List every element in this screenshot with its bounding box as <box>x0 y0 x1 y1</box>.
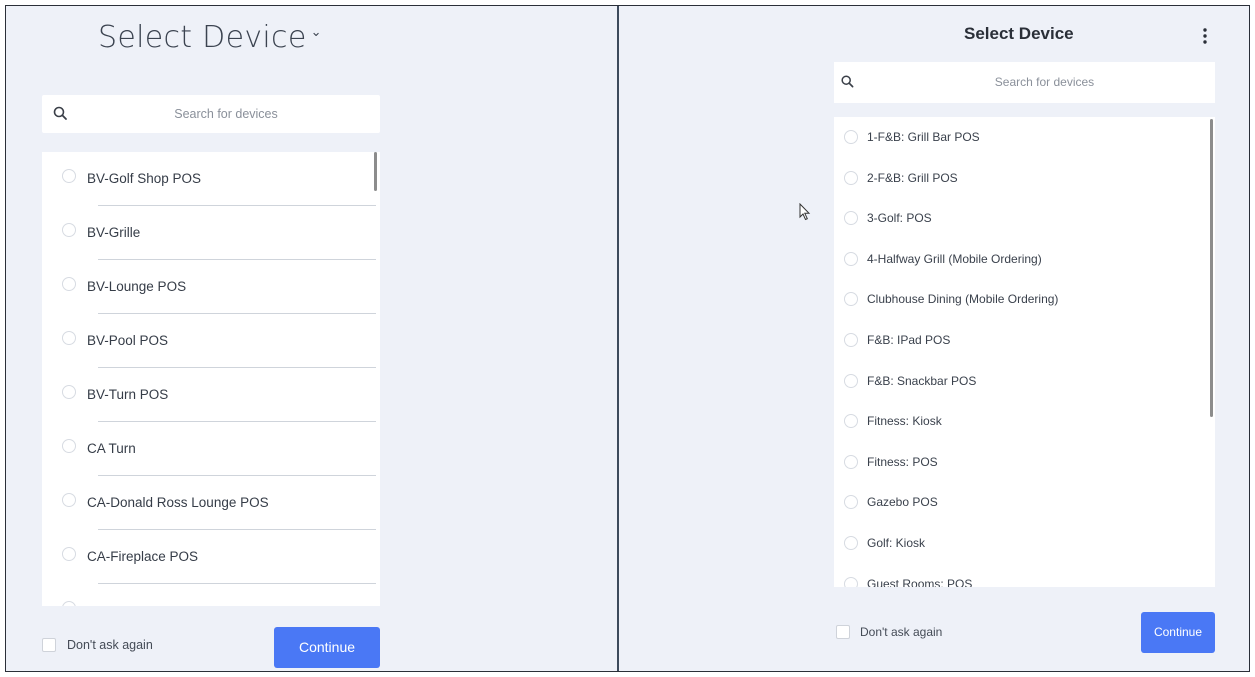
device-label: Guest Rooms: POS <box>867 576 973 587</box>
left-search-input[interactable]: Search for devices <box>42 95 380 133</box>
device-label: Clubhouse Dining (Mobile Ordering) <box>867 292 1059 307</box>
right-search-placeholder: Search for devices <box>994 75 1095 89</box>
device-radio[interactable] <box>62 385 76 399</box>
device-label: BV-Lounge POS <box>87 279 187 294</box>
device-label: Fitness: POS <box>867 454 938 469</box>
device-list-item[interactable]: CA-Donald Ross Lounge POS <box>42 476 380 530</box>
device-radio[interactable] <box>62 547 76 561</box>
device-radio[interactable] <box>62 223 76 237</box>
device-list-item[interactable]: CA Turn <box>42 422 380 476</box>
device-radio[interactable] <box>844 130 858 144</box>
dont-ask-checkbox[interactable] <box>836 625 850 639</box>
device-radio[interactable] <box>62 493 76 507</box>
left-list-scrollbar[interactable] <box>374 152 377 191</box>
device-list-item[interactable]: BV-Pool POS <box>42 314 380 368</box>
left-dont-ask-again[interactable]: Don't ask again <box>42 638 153 652</box>
device-label: BV-Grille <box>87 225 141 240</box>
device-label: 4-Halfway Grill (Mobile Ordering) <box>867 251 1042 266</box>
device-radio[interactable] <box>844 373 858 388</box>
device-label: 2-F&B: Grill POS <box>867 170 958 185</box>
device-label: Golf: Kiosk <box>867 535 926 550</box>
left-device-title-dropdown[interactable]: Select Device ⌄ <box>98 20 322 55</box>
more-vertical-icon[interactable] <box>1197 25 1213 47</box>
chevron-down-icon: ⌄ <box>310 25 322 40</box>
device-label: BV-Turn POS <box>87 387 169 402</box>
right-dont-ask-again[interactable]: Don't ask again <box>836 625 942 639</box>
device-list-item[interactable]: BV-Grille <box>42 206 380 260</box>
device-label: 1-F&B: Grill Bar POS <box>867 130 980 144</box>
device-list-item[interactable]: Clubhouse Dining (Mobile Ordering) <box>834 279 1215 320</box>
device-label: F&B: Snackbar POS <box>867 373 977 388</box>
right-device-list[interactable]: 1-F&B: Grill Bar POS 2-F&B: Grill POS 3-… <box>834 117 1215 587</box>
dont-ask-checkbox[interactable] <box>42 638 56 652</box>
device-list-item[interactable]: F&B: Snackbar POS <box>834 361 1215 402</box>
left-continue-button[interactable]: Continue <box>274 627 380 668</box>
device-radio[interactable] <box>62 169 76 183</box>
device-label: BV-Pool POS <box>87 333 169 348</box>
device-radio[interactable] <box>62 439 76 453</box>
right-continue-button[interactable]: Continue <box>1141 612 1215 653</box>
device-list-item[interactable]: Gazebo POS <box>834 482 1215 523</box>
device-radio[interactable] <box>844 454 858 469</box>
device-list-item[interactable]: CA-Fireplace POS <box>42 530 380 584</box>
search-icon <box>53 106 67 120</box>
search-icon <box>841 75 854 88</box>
dont-ask-label: Don't ask again <box>860 625 943 639</box>
device-label: Fitness: Kiosk <box>867 414 942 429</box>
left-device-list[interactable]: BV-Golf Shop POS BV-Grille BV-Lounge POS… <box>42 152 380 606</box>
device-radio[interactable] <box>844 495 858 510</box>
device-label: CA-Fireplace POS <box>87 549 199 564</box>
device-radio[interactable] <box>844 211 858 226</box>
device-radio[interactable] <box>844 332 858 347</box>
device-label: 3-Golf: POS <box>867 211 932 226</box>
device-list-item[interactable]: BV-Golf Shop POS <box>42 152 380 206</box>
device-label: Gazebo POS <box>867 495 938 510</box>
device-radio[interactable] <box>62 331 76 345</box>
device-radio[interactable] <box>62 601 76 606</box>
device-radio[interactable] <box>844 292 858 307</box>
dont-ask-label: Don't ask again <box>67 638 153 652</box>
device-list-item[interactable]: Fitness: Kiosk <box>834 401 1215 442</box>
device-label: F&B: IPad POS <box>867 332 951 347</box>
device-list-item[interactable]: 4-Halfway Grill (Mobile Ordering) <box>834 239 1215 280</box>
mouse-cursor-icon <box>799 203 811 221</box>
device-list-item[interactable]: BV-Lounge POS <box>42 260 380 314</box>
device-list-item[interactable]: 1-F&B: Grill Bar POS <box>834 117 1215 158</box>
device-list-item[interactable]: F&B: IPad POS <box>834 320 1215 361</box>
device-radio[interactable] <box>844 535 858 550</box>
device-label: CA-Donald Ross Lounge POS <box>87 495 269 510</box>
device-list-item[interactable]: Fitness: POS <box>834 442 1215 483</box>
left-search-placeholder: Search for devices <box>174 107 278 121</box>
device-radio[interactable] <box>844 576 858 587</box>
device-list-item[interactable]: Golf: Kiosk <box>834 523 1215 564</box>
device-list-item[interactable]: Guest Rooms: POS <box>834 564 1215 587</box>
device-radio[interactable] <box>844 170 858 185</box>
device-radio[interactable] <box>844 414 858 429</box>
device-label: CA Turn <box>87 441 136 456</box>
left-page-title: Select Device <box>98 20 307 55</box>
right-page-title: Select Device <box>964 24 1074 43</box>
right-search-input[interactable]: Search for devices <box>834 62 1215 103</box>
device-list-item[interactable]: BV-Turn POS <box>42 368 380 422</box>
pane-divider <box>617 6 619 671</box>
window-frame: Select Device ⌄ Search for devices BV-Gol… <box>5 5 1250 672</box>
device-radio[interactable] <box>62 277 76 291</box>
device-radio[interactable] <box>844 251 858 266</box>
device-label: BV-Golf Shop POS <box>87 171 202 186</box>
device-list-item[interactable] <box>42 584 380 606</box>
device-list-item[interactable]: 2-F&B: Grill POS <box>834 158 1215 199</box>
device-list-item[interactable]: 3-Golf: POS <box>834 198 1215 239</box>
right-list-scrollbar[interactable] <box>1210 119 1213 417</box>
